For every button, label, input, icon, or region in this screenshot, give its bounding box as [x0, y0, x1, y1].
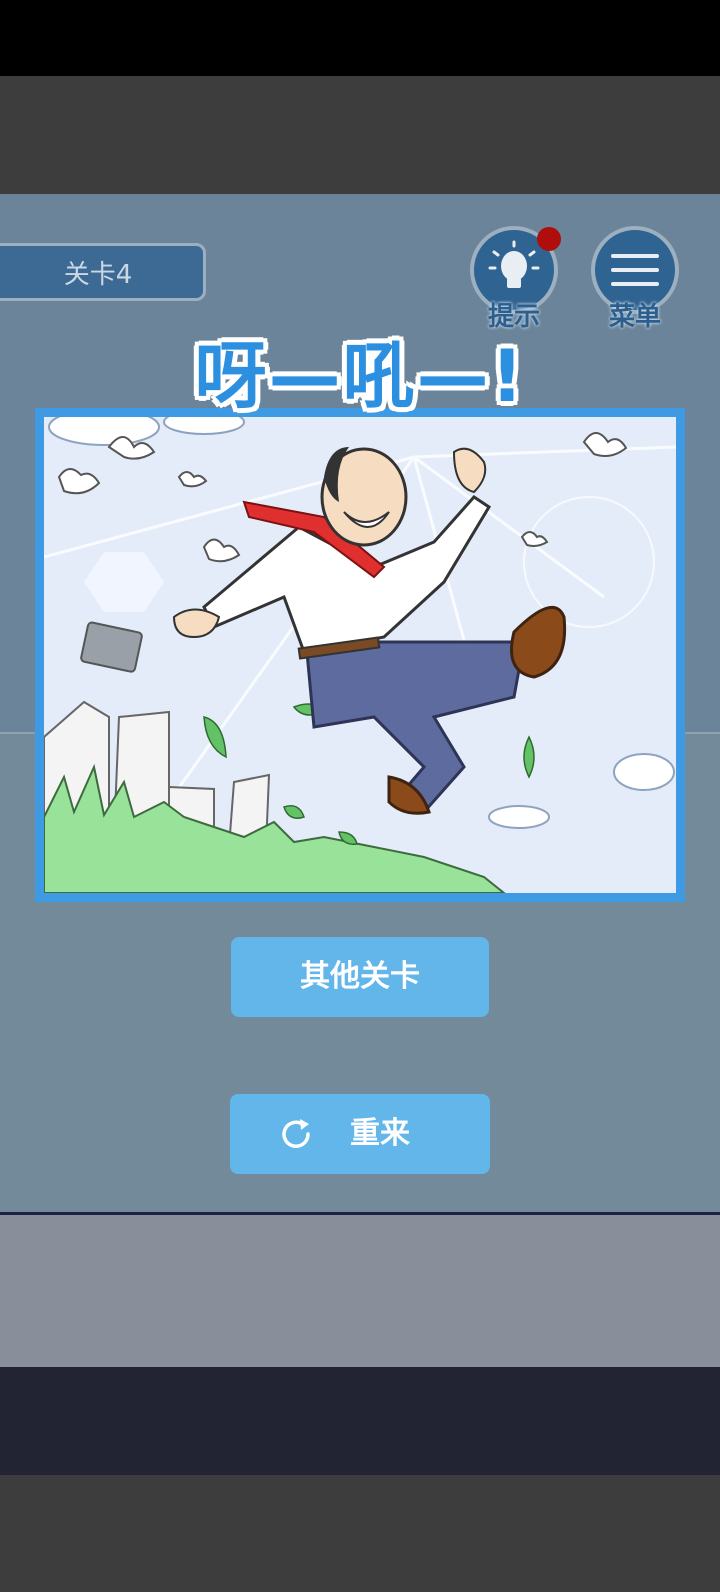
top-spacer — [0, 76, 720, 194]
other-levels-label: 其他关卡 — [300, 959, 420, 994]
other-levels-button[interactable]: 其他关卡 — [231, 937, 489, 1017]
scene-illustration — [44, 417, 676, 893]
result-banner: 呀—吼—! — [194, 334, 526, 418]
hint-label: 提示 — [487, 302, 540, 332]
navigation-bar — [0, 1475, 720, 1592]
level-indicator: 关卡4 — [0, 243, 206, 301]
status-bar — [0, 0, 720, 76]
level-label: 关卡4 — [63, 260, 133, 290]
retry-label: 重来 — [350, 1116, 410, 1151]
retry-button[interactable]: 重来 — [230, 1094, 490, 1174]
refresh-icon — [282, 1119, 310, 1148]
bottom-band — [0, 1367, 720, 1475]
notification-badge — [537, 227, 561, 251]
scene-frame — [35, 408, 685, 902]
ad-area — [0, 1215, 720, 1367]
menu-label: 菜单 — [608, 302, 661, 332]
